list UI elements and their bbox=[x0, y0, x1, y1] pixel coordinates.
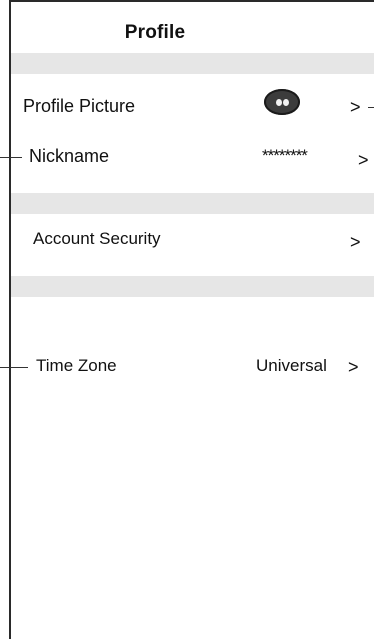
section-separator bbox=[11, 193, 374, 214]
callout-leader-line bbox=[0, 367, 28, 368]
section-separator bbox=[11, 53, 374, 74]
page-title: Profile bbox=[124, 22, 186, 43]
chevron-right-icon[interactable]: > bbox=[350, 97, 361, 118]
nickname-label: Nickname bbox=[29, 146, 110, 166]
callout-tick bbox=[368, 107, 374, 108]
avatar-eye-left bbox=[276, 99, 282, 106]
chevron-right-icon[interactable]: > bbox=[358, 150, 369, 171]
robot-face-icon[interactable] bbox=[264, 89, 300, 115]
avatar-eye-right bbox=[283, 99, 289, 106]
account-security-label: Account Security bbox=[33, 229, 161, 248]
time-zone-label: Time Zone bbox=[36, 356, 117, 375]
chevron-right-icon[interactable]: > bbox=[348, 357, 359, 378]
nickname-value: ******** bbox=[262, 146, 308, 165]
time-zone-value: Universal bbox=[256, 356, 327, 375]
chevron-right-icon[interactable]: > bbox=[350, 232, 361, 253]
callout-leader-line bbox=[0, 157, 22, 158]
profile-picture-label: Profile Picture bbox=[23, 96, 136, 116]
section-separator bbox=[11, 276, 374, 297]
